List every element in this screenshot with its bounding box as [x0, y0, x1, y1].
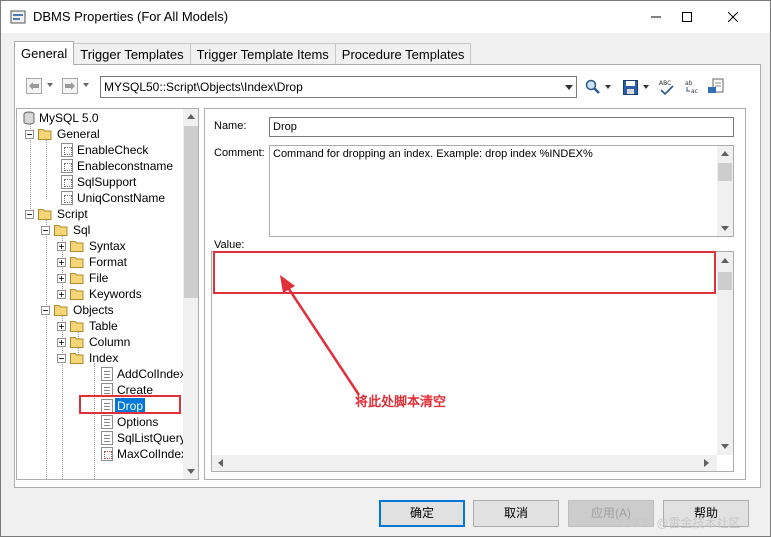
scroll-thumb[interactable] [718, 163, 732, 181]
scroll-up-icon[interactable] [187, 114, 195, 119]
tree-scrollbar[interactable] [183, 109, 198, 479]
title-bar: DBMS Properties (For All Models) [1, 1, 770, 33]
ok-button[interactable]: 确定 [379, 500, 465, 527]
maximize-button[interactable] [664, 1, 710, 33]
tab-panel: MYSQL50::Script\Objects\Index\Drop ABC a… [14, 64, 761, 488]
app-icon [10, 9, 26, 25]
spell-check-icon[interactable]: ABC [657, 77, 677, 97]
script-icon [101, 431, 113, 445]
database-icon [23, 111, 35, 125]
annotation-arrow [280, 275, 361, 396]
value-hscrollbar[interactable] [212, 455, 717, 471]
collapse-icon[interactable] [25, 130, 34, 139]
scroll-thumb[interactable] [184, 126, 198, 298]
expand-icon[interactable] [57, 338, 66, 347]
property-icon [61, 159, 73, 173]
tree-item-general[interactable]: General [25, 126, 185, 142]
scroll-down-icon[interactable] [187, 469, 195, 474]
dbms-properties-window: DBMS Properties (For All Models) General… [0, 0, 771, 537]
script-icon [101, 367, 113, 381]
scroll-thumb[interactable] [718, 272, 732, 290]
properties-icon[interactable] [707, 77, 727, 97]
tab-general[interactable]: General [14, 41, 75, 65]
window-title: DBMS Properties (For All Models) [33, 9, 229, 24]
expand-icon[interactable] [57, 322, 66, 331]
folder-open-icon [38, 209, 52, 220]
find-dropdown-icon[interactable] [605, 85, 611, 89]
value-label: Value: [214, 239, 245, 251]
folder-open-icon [70, 353, 84, 364]
property-icon [61, 175, 73, 189]
chevron-down-icon[interactable] [565, 85, 573, 90]
back-arrow-icon [29, 82, 39, 90]
tab-strip: General Trigger Templates Trigger Templa… [14, 41, 472, 65]
tab-trigger-template-items[interactable]: Trigger Template Items [189, 43, 336, 65]
name-field[interactable]: Drop [269, 117, 734, 137]
name-value: Drop [273, 121, 297, 133]
tree-connector [94, 363, 95, 479]
scroll-down-icon[interactable] [721, 444, 729, 449]
collapse-icon[interactable] [57, 354, 66, 363]
folder-icon [70, 257, 84, 268]
tree-item-mysql50[interactable]: MySQL 5.0 [21, 110, 181, 126]
collapse-icon[interactable] [25, 210, 34, 219]
save-dropdown-icon[interactable] [643, 85, 649, 89]
cancel-button[interactable]: 取消 [473, 500, 559, 527]
folder-icon [70, 241, 84, 252]
comment-field[interactable]: Command for dropping an index. Example: … [269, 145, 734, 237]
expand-icon[interactable] [57, 258, 66, 267]
folder-icon [70, 337, 84, 348]
comment-label: Comment: [214, 147, 265, 159]
back-dropdown-icon[interactable] [47, 83, 53, 87]
folder-open-icon [54, 305, 68, 316]
folder-icon [70, 321, 84, 332]
forward-dropdown-icon[interactable] [83, 83, 89, 87]
path-combobox[interactable]: MYSQL50::Script\Objects\Index\Drop [100, 76, 577, 98]
forward-arrow-icon [65, 82, 75, 90]
forward-button[interactable] [62, 78, 78, 94]
property-icon [61, 191, 73, 205]
expand-icon[interactable] [57, 274, 66, 283]
property-icon [61, 143, 73, 157]
scroll-right-icon[interactable] [704, 459, 709, 467]
name-label: Name: [214, 120, 247, 132]
path-value: MYSQL50::Script\Objects\Index\Drop [104, 80, 303, 94]
comment-scrollbar[interactable] [717, 146, 733, 236]
back-button[interactable] [26, 78, 42, 94]
annotation-text: 将此处脚本清空 [355, 394, 447, 409]
value-vscrollbar[interactable] [717, 252, 733, 455]
replace-icon[interactable]: ab ac [683, 77, 703, 97]
scroll-left-icon[interactable] [218, 459, 223, 467]
scroll-up-icon[interactable] [721, 258, 729, 263]
expand-icon[interactable] [57, 242, 66, 251]
collapse-icon[interactable] [41, 226, 50, 235]
property-tree: MySQL 5.0 General EnableCheck Enablecons… [16, 108, 199, 480]
comment-value: Command for dropping an index. Example: … [273, 148, 593, 160]
drop-highlight-box [79, 395, 181, 414]
tree-connector [46, 219, 47, 479]
scroll-down-icon[interactable] [721, 226, 729, 231]
svg-text:ac: ac [691, 88, 698, 95]
folder-icon [70, 289, 84, 300]
svg-text:ab: ab [685, 80, 693, 87]
scroll-up-icon[interactable] [721, 151, 729, 156]
tab-procedure-templates[interactable]: Procedure Templates [334, 43, 472, 65]
collapse-icon[interactable] [41, 306, 50, 315]
expand-icon[interactable] [57, 290, 66, 299]
tab-trigger-templates[interactable]: Trigger Templates [73, 43, 191, 65]
folder-icon [70, 273, 84, 284]
watermark: CSDN @雷金技术社区 [619, 516, 741, 530]
save-icon[interactable] [620, 77, 640, 97]
svg-text:ABC: ABC [659, 80, 671, 87]
script-icon [101, 415, 113, 429]
property-icon [101, 447, 113, 461]
folder-open-icon [38, 129, 52, 140]
tree-connector [46, 139, 47, 199]
folder-open-icon [54, 225, 68, 236]
close-button[interactable] [710, 1, 756, 33]
find-icon[interactable] [583, 77, 603, 97]
